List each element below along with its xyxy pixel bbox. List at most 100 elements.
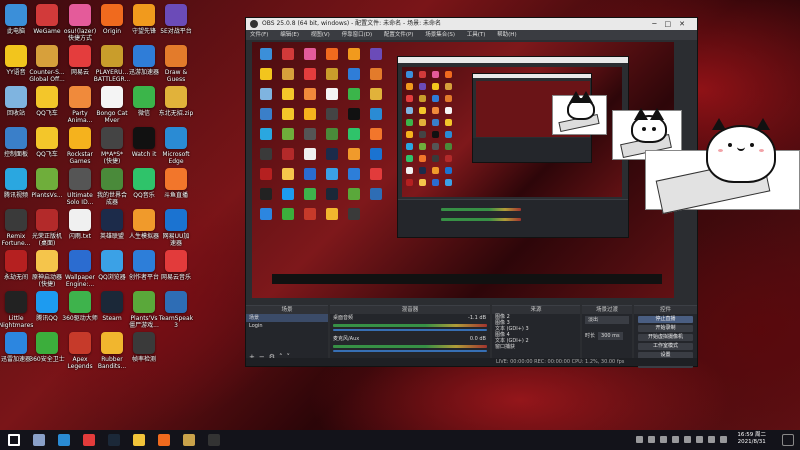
shortcut-label: TeamSpeak 3 — [158, 315, 194, 329]
tray-icon[interactable] — [672, 436, 679, 443]
desktop-shortcut[interactable]: 网易UU加 速器 — [154, 209, 198, 253]
preview-drawguess-icon — [370, 68, 382, 80]
minimize-icon[interactable]: ─ — [652, 20, 664, 28]
bongo-cat-sticker-large — [645, 118, 800, 215]
steam-icon[interactable] — [108, 434, 120, 446]
preview-netease-icon — [406, 95, 413, 102]
bongo-cat-icon — [706, 118, 776, 183]
preview-zip-icon — [419, 119, 426, 126]
tray-icon[interactable] — [660, 436, 667, 443]
maximize-icon[interactable]: □ — [665, 20, 680, 28]
preview-little-nightmares-icon — [260, 188, 272, 200]
naraka-icon — [5, 250, 27, 272]
thunder-icon — [5, 332, 27, 354]
desktop-shortcut[interactable]: Microsoft Edge — [154, 127, 198, 171]
edge-icon[interactable] — [58, 434, 70, 446]
desktop-shortcut[interactable]: Draw & Guess — [154, 45, 198, 89]
menu-tools[interactable]: 工具(T) — [467, 32, 486, 38]
5e-icon — [165, 4, 187, 26]
start-virtual-camera-button[interactable]: 开始虚拟摄像机 — [638, 334, 693, 341]
obs-window[interactable]: OBS 25.0.8 (64 bit, windows) - 配置文件: 未命名… — [245, 17, 698, 368]
preview-recycle-bin-icon — [406, 107, 413, 114]
preview-rockstar-icon — [304, 108, 316, 120]
studio-mode-button[interactable]: 工作室模式 — [638, 343, 693, 350]
explorer-icon[interactable] — [133, 434, 145, 446]
volume-slider[interactable] — [333, 350, 487, 352]
start-icon[interactable] — [8, 434, 20, 446]
mixer-track-mic: 麦克风/Aux 0.0 dB — [330, 335, 490, 343]
obs-preview[interactable] — [252, 42, 674, 298]
stop-streaming-button[interactable]: 停止直播 — [638, 316, 693, 323]
preview-xunyou-icon — [348, 68, 360, 80]
close-icon[interactable]: ✕ — [679, 20, 693, 28]
desktop-shortcut[interactable]: 帧率检测 — [122, 332, 166, 376]
drawguess-icon — [165, 45, 187, 67]
duration-input[interactable]: 300 ms — [598, 332, 623, 340]
teamspeak-icon — [165, 291, 187, 313]
menu-docks[interactable]: 停靠窗口(D) — [342, 32, 373, 38]
mixer-dock: 混音器 桌面音频 -1.1 dB 麦克风/Aux 0.0 dB — [330, 305, 490, 363]
source-item[interactable]: 窗口捕获 — [495, 344, 580, 350]
desktop-shortcut[interactable]: 网易云音乐 — [154, 250, 198, 294]
preview-netease-icon — [304, 68, 316, 80]
tray-icon[interactable] — [720, 436, 727, 443]
scene-item[interactable]: 场景 — [246, 314, 328, 322]
obs-icon[interactable] — [208, 434, 220, 446]
preview-control-panel-icon — [432, 119, 439, 126]
track-db: -1.1 dB — [468, 315, 486, 321]
shortcut-label: 东北无招.zip — [158, 110, 194, 117]
menu-edit[interactable]: 编辑(E) — [280, 32, 299, 38]
cloudmusic-icon — [165, 250, 187, 272]
preview-recycle-bin-icon — [260, 88, 272, 100]
preview-qqspeed2-icon — [445, 119, 452, 126]
start-recording-button[interactable]: 开始录制 — [638, 325, 693, 332]
scene-item[interactable]: Login — [246, 322, 328, 330]
preview-uu-icon — [370, 148, 382, 160]
usb-icon — [69, 168, 91, 190]
computer-icon — [5, 4, 27, 26]
sources-dock: 来源 图像 2 图像 3 文本 (GDI+) 3 图像 4 文本 (GDI+) … — [492, 305, 580, 363]
desktop-shortcut[interactable]: 东北无招.zip — [154, 86, 198, 130]
preview-watchit-icon — [432, 131, 439, 138]
preview-lol-icon — [326, 148, 338, 160]
obs-statusbar: LIVE: 00:00:00 REC: 00:00:00 CPU: 1.2%, … — [246, 358, 697, 366]
transition-select[interactable]: 淡出 — [585, 316, 629, 324]
lol-icon[interactable] — [183, 434, 195, 446]
tray-icon[interactable] — [684, 436, 691, 443]
clock-time: 16:59 周二 — [737, 432, 766, 438]
desktop-shortcut[interactable]: 5E对战平台 — [154, 4, 198, 48]
volume-meter — [333, 324, 487, 327]
yy-icon — [5, 45, 27, 67]
preview-icon-grid — [260, 48, 382, 220]
task-view-icon[interactable] — [33, 434, 45, 446]
csgo-icon — [36, 45, 58, 67]
volume-slider[interactable] — [333, 329, 487, 331]
tray-icon[interactable] — [648, 436, 655, 443]
menu-scene-collection[interactable]: 场景集合(S) — [425, 32, 455, 38]
preview-party-animals-icon — [432, 107, 439, 114]
preview-pvz-icon — [348, 188, 360, 200]
bongocat-icon — [101, 86, 123, 108]
menu-profile[interactable]: 配置文件(P) — [384, 32, 414, 38]
menu-view[interactable]: 视图(V) — [311, 32, 330, 38]
netease-icon[interactable] — [83, 434, 95, 446]
tray-icon[interactable] — [636, 436, 643, 443]
tray-icon[interactable] — [708, 436, 715, 443]
taskbar-clock[interactable]: 16:59 周二 2021/8/31 — [737, 432, 766, 446]
notification-icon[interactable] — [782, 434, 794, 446]
window-controls[interactable]: ─□✕ — [652, 18, 693, 30]
controls-header: 控件 — [634, 306, 697, 314]
uu-icon — [165, 209, 187, 231]
sources-header: 来源 — [492, 306, 580, 314]
origin-icon[interactable] — [158, 434, 170, 446]
mixer-track-desktop: 桌面音频 -1.1 dB — [330, 314, 490, 322]
preview-nested-obs — [397, 56, 629, 238]
desktop-shortcut[interactable]: 斗鱼直播 — [154, 168, 198, 212]
menu-help[interactable]: 帮助(H) — [497, 32, 516, 38]
obs-titlebar[interactable]: OBS 25.0.8 (64 bit, windows) - 配置文件: 未命名… — [246, 18, 697, 30]
douyu-icon — [165, 168, 187, 190]
tray-icon[interactable] — [696, 436, 703, 443]
preview-qqmusic-icon — [406, 155, 413, 162]
desktop-shortcut[interactable]: TeamSpeak 3 — [154, 291, 198, 335]
menu-file[interactable]: 文件(F) — [250, 32, 268, 38]
